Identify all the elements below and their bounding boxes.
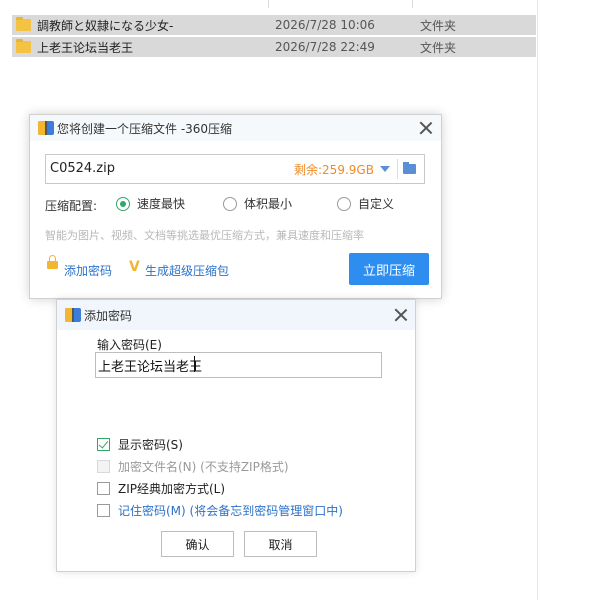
close-icon[interactable] [419,121,433,135]
super-package-link[interactable]: 生成超级压缩包 [145,262,229,279]
file-name: 調教師と奴隷になる少女- [37,18,174,33]
free-space-label: 剩余:259.9GB [294,163,374,177]
checkbox-box [97,482,110,495]
compress-hint: 智能为图片、视频、文档等挑选最优压缩方式，兼具速度和压缩率 [45,229,364,242]
column-separator[interactable] [268,0,269,8]
password-label: 输入密码(E) [97,338,162,352]
file-type: 文件夹 [420,18,457,33]
compress-now-button[interactable]: 立即压缩 [349,253,429,285]
radio-custom[interactable]: 自定义 [337,195,394,212]
radio-circle [223,196,237,211]
radio-circle [337,196,351,211]
add-password-link[interactable]: 添加密码 [64,262,112,279]
archive-path-field[interactable]: C0524.zip 剩余:259.9GB [45,154,425,184]
file-date: 2026/7/28 22:49 [275,40,375,54]
file-row[interactable]: 調教師と奴隷になる少女- 2026/7/28 10:06 文件夹 [12,15,536,35]
dialog-title: 添加密码 [84,309,133,323]
encrypt-filenames-checkbox[interactable]: 加密文件名(N) (不支持ZIP格式) [97,458,289,475]
archive-app-icon [38,121,54,135]
file-name: 上老王论坛当老王 [37,40,134,55]
text-caret [194,356,195,372]
close-icon[interactable] [394,308,408,322]
lock-icon [47,255,58,269]
dialog-title: 您将创建一个压缩文件 -360压缩 [57,122,233,136]
column-separator[interactable] [412,0,413,8]
checkbox-label: ZIP经典加密方式(L) [118,482,226,496]
show-password-checkbox[interactable]: 显示密码(S) [97,436,183,453]
pane-divider [537,0,538,600]
radio-smallest[interactable]: 体积最小 [223,195,292,212]
file-type: 文件夹 [420,40,457,55]
checkbox-box [97,460,110,473]
file-row[interactable]: 上老王论坛当老王 2026/7/28 22:49 文件夹 [12,37,536,57]
folder-icon [16,17,31,31]
password-input[interactable]: 上老王论坛当老王 [95,352,382,378]
password-value[interactable]: 上老王论坛当老王 [98,356,202,375]
radio-label: 速度最快 [137,197,186,211]
radio-label: 体积最小 [244,197,293,211]
browse-folder-icon[interactable] [403,162,416,174]
dialog-titlebar[interactable]: 您将创建一个压缩文件 -360压缩 [30,115,441,141]
checkbox-label: 加密文件名(N) (不支持ZIP格式) [118,460,289,474]
archive-filename[interactable]: C0524.zip [50,161,115,176]
remember-password-checkbox[interactable]: 记住密码(M) (将会备忘到密码管理窗口中) [97,502,343,519]
radio-circle [116,196,130,211]
checkbox-box [97,504,110,517]
checkbox-box [97,438,110,451]
dropdown-arrow-icon[interactable] [380,166,390,172]
v-badge-icon: V [129,259,140,275]
dialog-titlebar[interactable]: 添加密码 [57,300,415,330]
zip-classic-encryption-checkbox[interactable]: ZIP经典加密方式(L) [97,480,225,497]
field-divider [397,159,398,179]
checkbox-label: 显示密码(S) [118,438,183,452]
radio-label: 自定义 [358,197,395,211]
compress-config-label: 压缩配置: [45,199,98,213]
compress-dialog: 您将创建一个压缩文件 -360压缩 C0524.zip 剩余:259.9GB 压… [29,114,442,299]
folder-icon [16,39,31,53]
radio-fastest[interactable]: 速度最快 [116,195,185,212]
cancel-button[interactable]: 取消 [244,531,317,557]
checkbox-label: 记住密码(M) (将会备忘到密码管理窗口中) [118,504,343,518]
ok-button[interactable]: 确认 [161,531,234,557]
password-dialog: 添加密码 输入密码(E) 上老王论坛当老王 显示密码(S) 加密文件名(N) (… [56,299,416,572]
file-date: 2026/7/28 10:06 [275,18,375,32]
archive-app-icon [65,308,81,322]
